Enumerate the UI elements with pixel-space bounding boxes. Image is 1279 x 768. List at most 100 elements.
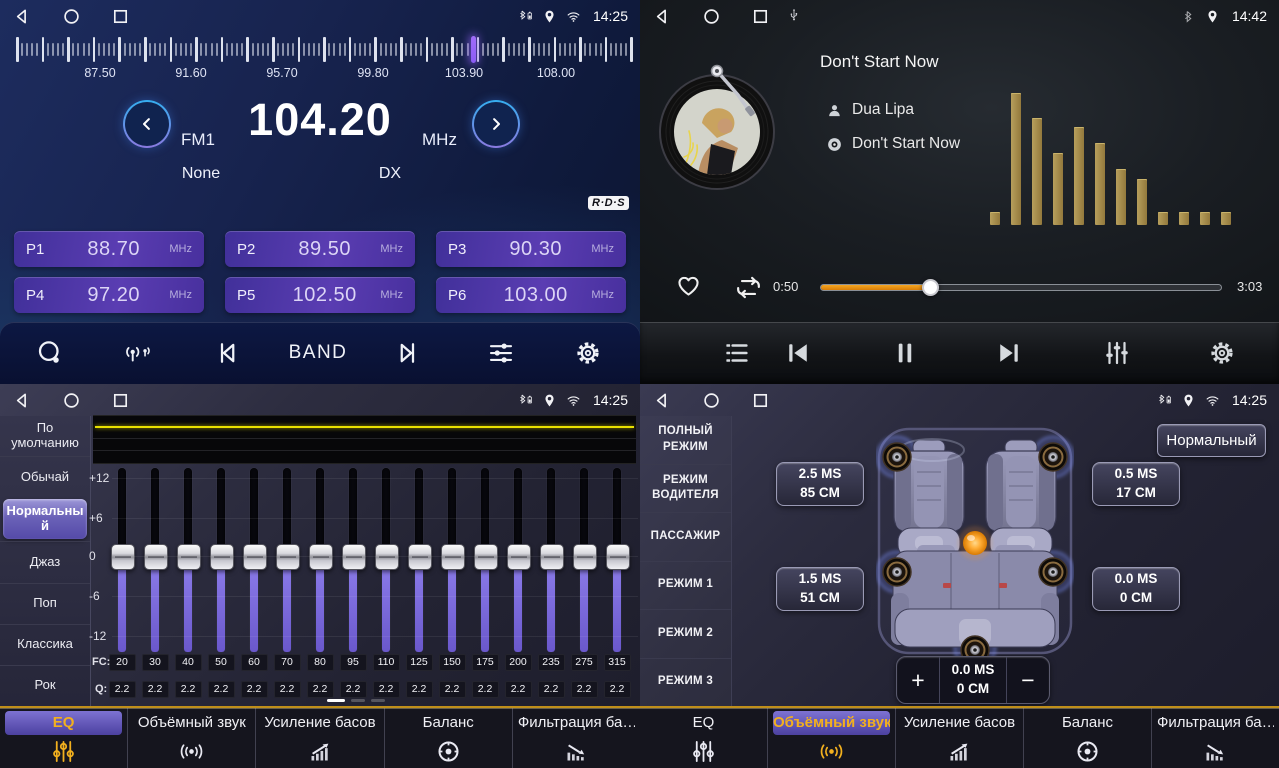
ruler-minor-tick bbox=[262, 43, 264, 56]
mode-2[interactable]: РЕЖИМ 2 bbox=[640, 609, 731, 658]
surround-preset-button[interactable]: Нормальный bbox=[1157, 424, 1266, 457]
tab-label: Усиление басов bbox=[261, 711, 378, 735]
eq-band-thumb[interactable] bbox=[507, 544, 531, 570]
playlist-button[interactable] bbox=[722, 338, 752, 368]
eq-band-thumb[interactable] bbox=[573, 544, 597, 570]
eq-band-fc-value: 175 bbox=[472, 654, 499, 671]
eq-preset-3[interactable]: Нормальный bbox=[3, 499, 87, 539]
eq-band-thumb[interactable] bbox=[309, 544, 333, 570]
mode-passenger[interactable]: ПАССАЖИР bbox=[640, 512, 731, 561]
eq-preset-7[interactable]: Рок bbox=[0, 665, 90, 706]
eq-preset-4[interactable]: Джаз bbox=[0, 541, 90, 582]
tab-bass-filter[interactable]: Фильтрация ба… bbox=[1152, 708, 1279, 768]
back-icon[interactable] bbox=[652, 6, 673, 27]
ruler-minor-tick bbox=[129, 43, 131, 56]
next-track-button[interactable] bbox=[994, 338, 1024, 368]
band-button[interactable]: BAND bbox=[289, 342, 348, 364]
eq-band-thumb[interactable] bbox=[210, 544, 234, 570]
frequency-ruler[interactable] bbox=[16, 36, 632, 63]
eq-band-thumb[interactable] bbox=[408, 544, 432, 570]
delay-front-left[interactable]: 2.5 MS 85 CM bbox=[776, 462, 864, 506]
eq-preset-2[interactable]: Обычай bbox=[0, 456, 90, 497]
tab-surround[interactable]: Объёмный звук bbox=[768, 708, 896, 768]
ruler-minor-tick bbox=[287, 43, 289, 56]
tab-eq[interactable]: EQ bbox=[640, 708, 768, 768]
delay-rear-left[interactable]: 1.5 MS 51 CM bbox=[776, 567, 864, 611]
delay-rear-right[interactable]: 0.0 MS 0 CM bbox=[1092, 567, 1180, 611]
eq-preset-6[interactable]: Классика bbox=[0, 624, 90, 665]
recents-icon[interactable] bbox=[110, 6, 131, 27]
mode-driver[interactable]: РЕЖИМВОДИТЕЛЯ bbox=[640, 464, 731, 513]
home-icon[interactable] bbox=[701, 6, 722, 27]
preset-button-p5[interactable]: P5102.50MHz bbox=[225, 277, 415, 313]
progress-bar[interactable] bbox=[820, 284, 1222, 291]
next-station-button[interactable] bbox=[393, 338, 423, 368]
preset-button-p1[interactable]: P188.70MHz bbox=[14, 231, 204, 267]
eq-band-thumb[interactable] bbox=[441, 544, 465, 570]
previous-station-button[interactable] bbox=[212, 338, 242, 368]
eq-band-fill bbox=[151, 566, 159, 652]
recents-icon[interactable] bbox=[110, 390, 131, 411]
eq-preset-1[interactable]: По умолчанию bbox=[0, 416, 90, 456]
eq-band-thumb[interactable] bbox=[474, 544, 498, 570]
artist-icon bbox=[826, 102, 843, 119]
pause-button[interactable] bbox=[890, 338, 920, 368]
album-art bbox=[652, 59, 782, 193]
eq-band-thumb[interactable] bbox=[540, 544, 564, 570]
preset-button-p2[interactable]: P289.50MHz bbox=[225, 231, 415, 267]
repeat-icon[interactable] bbox=[733, 272, 764, 303]
eq-band-thumb[interactable] bbox=[375, 544, 399, 570]
eq-band-thumb[interactable] bbox=[243, 544, 267, 570]
preset-button-p3[interactable]: P390.30MHz bbox=[436, 231, 626, 267]
delay-front-right[interactable]: 0.5 MS 17 CM bbox=[1092, 462, 1180, 506]
stepper-minus-button[interactable]: − bbox=[1007, 657, 1049, 703]
seek-down-button[interactable] bbox=[123, 100, 171, 148]
settings-button[interactable] bbox=[573, 338, 603, 368]
eq-band-thumb[interactable] bbox=[177, 544, 201, 570]
eq-band-thumb[interactable] bbox=[606, 544, 630, 570]
ruler-major-tick bbox=[298, 37, 301, 62]
mode-3[interactable]: РЕЖИМ 3 bbox=[640, 658, 731, 707]
broadcast-button[interactable] bbox=[122, 338, 152, 368]
prev-track-button[interactable] bbox=[783, 338, 813, 368]
seek-up-button[interactable] bbox=[472, 100, 520, 148]
ruler-minor-tick bbox=[420, 43, 422, 56]
tune-options-button[interactable] bbox=[486, 338, 516, 368]
tab-bass-filter[interactable]: Фильтрация ба… bbox=[513, 708, 640, 768]
home-icon[interactable] bbox=[61, 6, 82, 27]
recents-icon[interactable] bbox=[750, 390, 771, 411]
back-icon[interactable] bbox=[12, 390, 33, 411]
tab-balance[interactable]: Баланс bbox=[1024, 708, 1152, 768]
tab-surround[interactable]: Объёмный звук bbox=[128, 708, 256, 768]
progress-thumb[interactable] bbox=[922, 279, 939, 296]
settings-button[interactable] bbox=[1207, 338, 1237, 368]
tab-bass-boost[interactable]: Усиление басов bbox=[256, 708, 384, 768]
favorite-icon[interactable] bbox=[674, 271, 703, 300]
eq-band-thumb[interactable] bbox=[342, 544, 366, 570]
eq-band-fill bbox=[283, 566, 291, 652]
eq-band-fill bbox=[382, 566, 390, 652]
eq-preset-5[interactable]: Поп bbox=[0, 583, 90, 624]
spectrum-bar bbox=[1158, 212, 1168, 225]
scan-button[interactable] bbox=[35, 338, 65, 368]
preset-button-p6[interactable]: P6103.00MHz bbox=[436, 277, 626, 313]
eq-band-thumb[interactable] bbox=[144, 544, 168, 570]
mode-full[interactable]: ПОЛНЫЙРЕЖИМ bbox=[640, 416, 731, 464]
recents-icon[interactable] bbox=[750, 6, 771, 27]
listening-position-marker[interactable] bbox=[958, 526, 992, 560]
back-icon[interactable] bbox=[12, 6, 33, 27]
stepper-plus-button[interactable]: + bbox=[897, 657, 939, 703]
tab-eq[interactable]: EQ bbox=[0, 708, 128, 768]
back-icon[interactable] bbox=[652, 390, 673, 411]
eq-band-thumb[interactable] bbox=[276, 544, 300, 570]
home-icon[interactable] bbox=[61, 390, 82, 411]
home-icon[interactable] bbox=[701, 390, 722, 411]
tuning-indicator[interactable] bbox=[471, 36, 476, 63]
preset-label: P3 bbox=[448, 241, 480, 258]
preset-button-p4[interactable]: P497.20MHz bbox=[14, 277, 204, 313]
tab-bass-boost[interactable]: Усиление басов bbox=[896, 708, 1024, 768]
preset-label: P2 bbox=[237, 241, 269, 258]
mixer-button[interactable] bbox=[1102, 338, 1132, 368]
tab-balance[interactable]: Баланс bbox=[385, 708, 513, 768]
mode-1[interactable]: РЕЖИМ 1 bbox=[640, 561, 731, 610]
